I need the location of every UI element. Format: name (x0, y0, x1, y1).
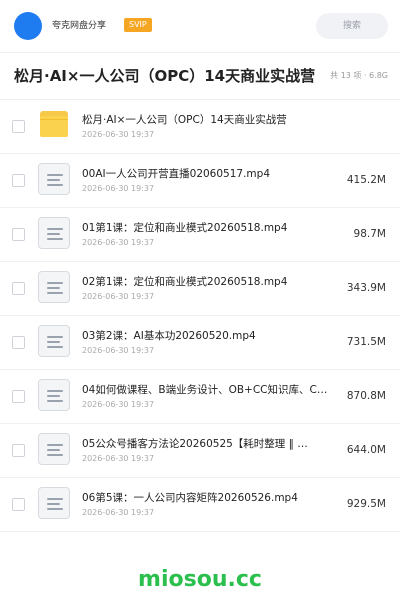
file-size: 731.5M (346, 336, 386, 348)
document-icon (38, 271, 70, 303)
select-checkbox[interactable] (12, 336, 25, 349)
brand-label: 夸克网盘分享 (52, 21, 107, 31)
select-checkbox[interactable] (12, 282, 25, 295)
file-date: 2026-06-30 19:37 (82, 130, 155, 139)
file-size: 343.9M (346, 282, 386, 294)
file-name: 04如何做课程、B端业务设计、OB+CC知识库、C… (82, 384, 328, 396)
list-item[interactable]: 02第1课：定位和商业模式20260518.mp4 2026-06-30 19:… (0, 262, 400, 316)
file-date: 2026-06-30 19:37 (82, 400, 155, 409)
list-item[interactable]: 03第2课：AI基本功20260520.mp4 2026-06-30 19:37… (0, 316, 400, 370)
folder-icon (38, 109, 70, 141)
document-icon (38, 379, 70, 411)
select-checkbox[interactable] (12, 390, 25, 403)
document-icon (38, 217, 70, 249)
file-date: 2026-06-30 19:37 (82, 508, 155, 517)
file-date: 2026-06-30 19:37 (82, 454, 155, 463)
file-size: 644.0M (346, 444, 386, 456)
select-checkbox[interactable] (12, 120, 25, 133)
title-bar: 松月·AI×一人公司（OPC）14天商业实战营 共 13 项 · 6.8G (0, 53, 400, 99)
file-name: 松月·AI×一人公司（OPC）14天商业实战营 (82, 114, 287, 126)
search-button[interactable]: 搜索 (316, 13, 388, 39)
avatar[interactable] (14, 12, 42, 40)
header-bar: 夸克网盘分享 SVIP 搜索 (0, 0, 400, 52)
item-count: 共 13 项 · 6.8G (330, 71, 388, 80)
document-icon (38, 433, 70, 465)
file-size: 415.2M (346, 174, 386, 186)
file-date: 2026-06-30 19:37 (82, 292, 155, 301)
file-size: 929.5M (346, 498, 386, 510)
list-item[interactable]: 05公众号播客方法论20260525【耗时整理 ‖ … 2026-06-30 1… (0, 424, 400, 478)
file-list: 松月·AI×一人公司（OPC）14天商业实战营 2026-06-30 19:37… (0, 100, 400, 532)
document-icon (38, 325, 70, 357)
list-item[interactable]: 06第5课：一人公司内容矩阵20260526.mp4 2026-06-30 19… (0, 478, 400, 532)
file-size: 870.8M (346, 390, 386, 402)
document-icon (38, 487, 70, 519)
list-item[interactable]: 松月·AI×一人公司（OPC）14天商业实战营 2026-06-30 19:37 (0, 100, 400, 154)
list-item[interactable]: 01第1课：定位和商业模式20260518.mp4 2026-06-30 19:… (0, 208, 400, 262)
file-name: 01第1课：定位和商业模式20260518.mp4 (82, 222, 288, 234)
file-date: 2026-06-30 19:37 (82, 238, 155, 247)
list-item[interactable]: 00AI一人公司开营直播02060517.mp4 2026-06-30 19:3… (0, 154, 400, 208)
file-name: 00AI一人公司开营直播02060517.mp4 (82, 168, 270, 180)
file-name: 02第1课：定位和商业模式20260518.mp4 (82, 276, 288, 288)
file-name: 05公众号播客方法论20260525【耗时整理 ‖ … (82, 438, 308, 450)
file-size: 98.7M (353, 228, 386, 240)
list-item[interactable]: 04如何做课程、B端业务设计、OB+CC知识库、C… 2026-06-30 19… (0, 370, 400, 424)
file-date: 2026-06-30 19:37 (82, 184, 155, 193)
select-checkbox[interactable] (12, 228, 25, 241)
select-checkbox[interactable] (12, 174, 25, 187)
svip-badge: SVIP (124, 18, 152, 32)
select-checkbox[interactable] (12, 444, 25, 457)
watermark: miosou.cc (138, 567, 262, 592)
file-date: 2026-06-30 19:37 (82, 346, 155, 355)
select-checkbox[interactable] (12, 498, 25, 511)
document-icon (38, 163, 70, 195)
page-title: 松月·AI×一人公司（OPC）14天商业实战营 (14, 67, 316, 85)
file-name: 06第5课：一人公司内容矩阵20260526.mp4 (82, 492, 298, 504)
file-name: 03第2课：AI基本功20260520.mp4 (82, 330, 256, 342)
